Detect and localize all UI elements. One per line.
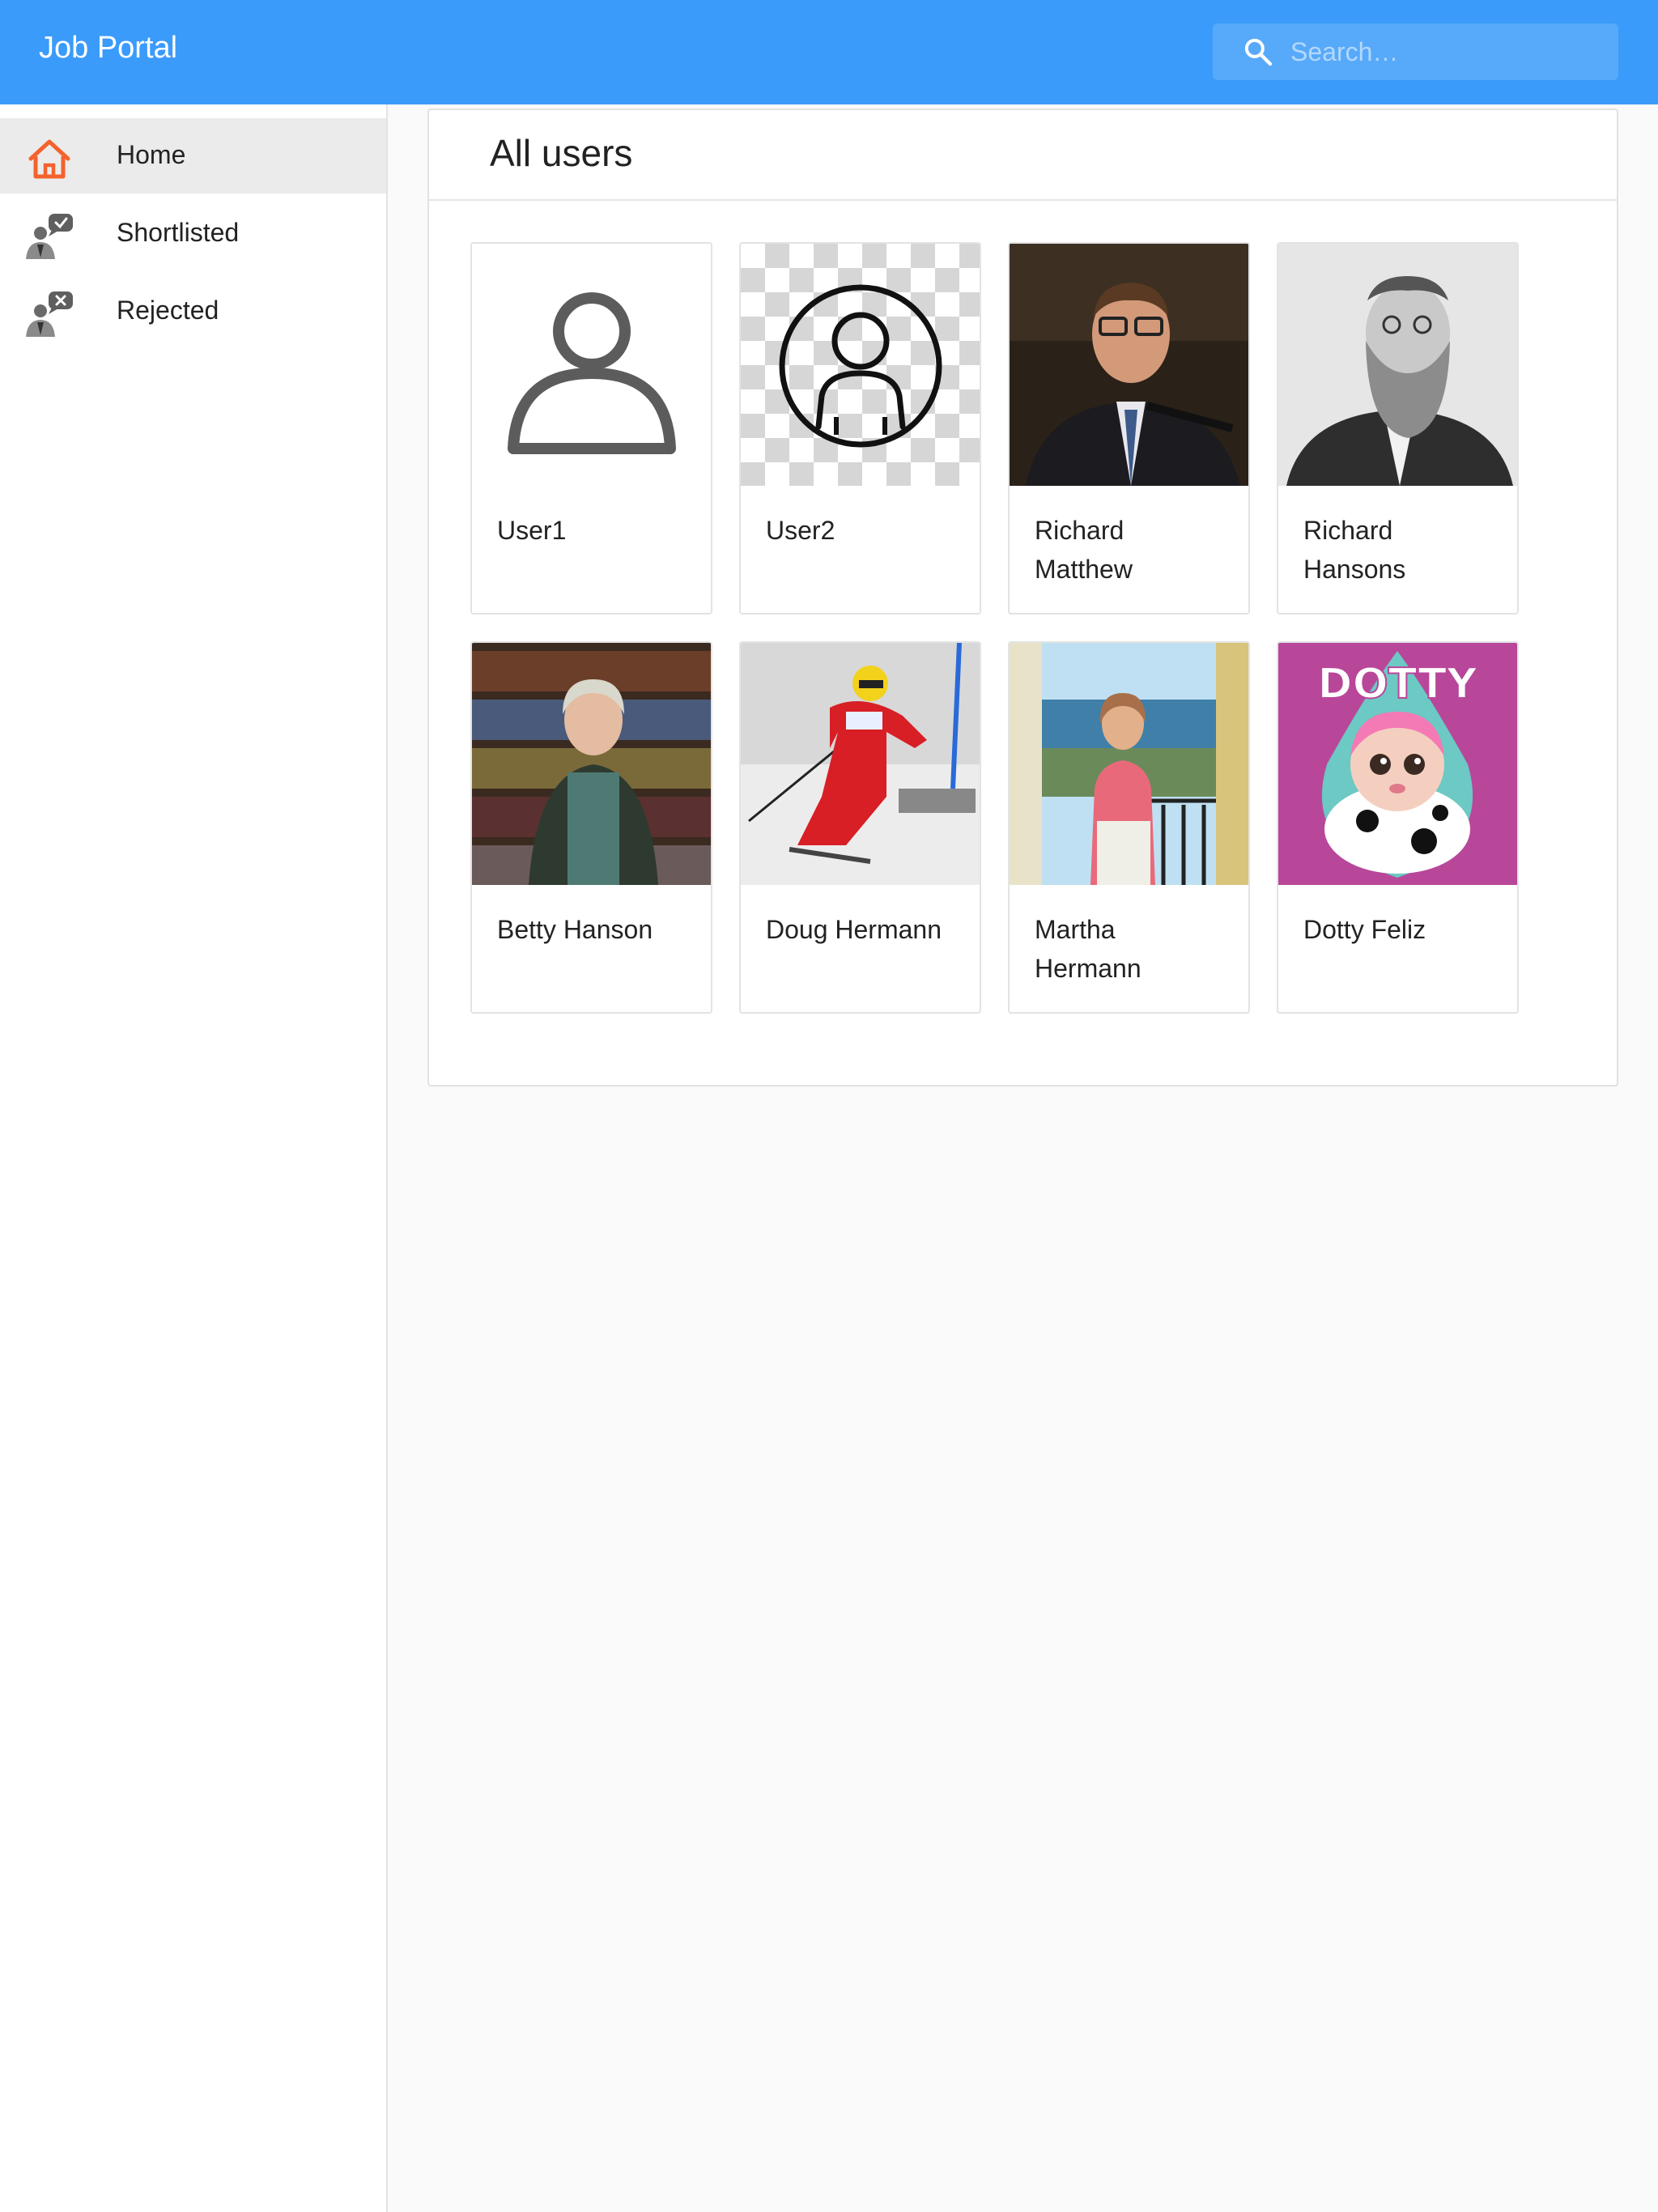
sidebar-item-label: Shortlisted xyxy=(117,218,240,247)
user-card[interactable]: DOTTY Dotty Feliz xyxy=(1277,641,1519,1014)
user-name: Martha Hermann xyxy=(1035,915,1141,983)
sidebar-item-label: Home xyxy=(117,140,186,169)
user-card[interactable]: User2 xyxy=(739,242,981,615)
search-input[interactable] xyxy=(1290,32,1598,72)
sidebar-item-home[interactable]: Home xyxy=(0,118,386,194)
dotty-logo-text: DOTTY xyxy=(1317,660,1478,708)
app-bar: Job Portal xyxy=(0,0,1658,104)
page-title: All users xyxy=(490,132,633,174)
user-card[interactable]: User1 xyxy=(470,242,712,615)
user-photo xyxy=(1278,244,1517,486)
user-circle-icon xyxy=(779,284,942,448)
home-icon xyxy=(28,139,70,179)
user-name: Doug Hermann xyxy=(766,915,942,944)
user-card[interactable]: Richard Matthew xyxy=(1008,242,1250,615)
search-box[interactable] xyxy=(1213,23,1618,80)
user-avatar-icon xyxy=(472,244,711,486)
user-card[interactable]: Betty Hanson xyxy=(470,641,712,1014)
user-photo xyxy=(472,643,711,885)
search-icon xyxy=(1244,38,1273,66)
user-name: User2 xyxy=(766,516,835,545)
user-name: User1 xyxy=(497,516,567,545)
app-title: Job Portal xyxy=(39,31,178,65)
sidebar-item-shortlisted[interactable]: Shortlisted xyxy=(0,196,386,271)
user-photo xyxy=(741,244,980,486)
users-panel: All users User1 User2 Richard Matthew Ri… xyxy=(427,108,1618,1087)
user-name: Richard Hansons xyxy=(1303,516,1406,584)
sidebar-item-rejected[interactable]: Rejected xyxy=(0,274,386,349)
shortlisted-person-icon xyxy=(26,214,73,259)
user-photo: DOTTY xyxy=(1278,643,1517,885)
user-card[interactable]: Martha Hermann xyxy=(1008,641,1250,1014)
sidebar: Home Shortlisted Rejected xyxy=(0,104,388,2212)
user-photo xyxy=(1010,643,1248,885)
panel-header: All users xyxy=(429,110,1617,201)
sidebar-item-label: Rejected xyxy=(117,296,219,325)
rejected-person-icon xyxy=(26,291,73,337)
user-photo xyxy=(741,643,980,885)
user-card[interactable]: Doug Hermann xyxy=(739,641,981,1014)
user-card[interactable]: Richard Hansons xyxy=(1277,242,1519,615)
user-name: Richard Matthew xyxy=(1035,516,1133,584)
user-name: Betty Hanson xyxy=(497,915,653,944)
user-name: Dotty Feliz xyxy=(1303,915,1426,944)
user-photo xyxy=(1010,244,1248,486)
